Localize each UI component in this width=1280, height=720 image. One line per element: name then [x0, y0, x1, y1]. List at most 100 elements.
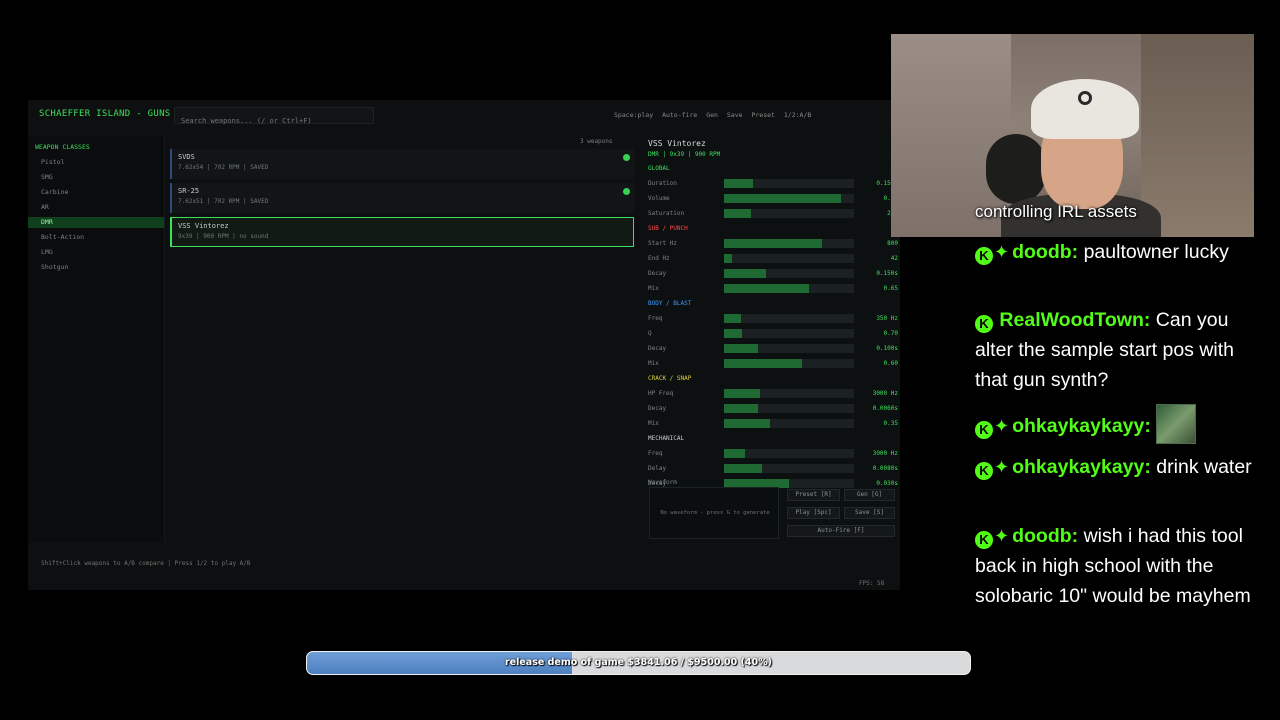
param-slider[interactable]: [724, 314, 854, 323]
weapon-class-sidebar: WEAPON CLASSES Pistol SMG Carbine AR DMR…: [28, 136, 165, 542]
waveform-label: Waveform: [648, 479, 677, 486]
param-row: Mix 0.60: [648, 358, 898, 369]
search-input[interactable]: [175, 114, 371, 128]
hint-preset: Preset: [751, 111, 775, 119]
param-slider[interactable]: [724, 419, 854, 428]
chat-username: doodb: [1012, 241, 1072, 263]
param-slider[interactable]: [724, 449, 854, 458]
param-row: Start Hz 800: [648, 238, 898, 249]
param-value: 0.60: [883, 360, 898, 367]
sidebar-item-dmr[interactable]: DMR: [28, 217, 164, 228]
param-slider-fill: [724, 404, 758, 413]
chat-username: ohkaykaykayy: [1012, 415, 1145, 437]
section-title: BODY / BLAST: [648, 300, 692, 307]
emote-icon: [1156, 404, 1197, 444]
autofire-button[interactable]: Auto-Fire [F]: [787, 525, 895, 537]
weapon-name: SR-25: [178, 187, 200, 195]
param-value: 42: [890, 255, 898, 262]
param-slider[interactable]: [724, 329, 854, 338]
weapon-count: 3 weapons: [580, 138, 613, 145]
param-slider-fill: [724, 254, 732, 263]
gen-button[interactable]: Gen [G]: [844, 489, 895, 501]
param-label: Decay: [648, 405, 667, 412]
param-slider-fill: [724, 359, 802, 368]
search-box[interactable]: [174, 107, 374, 128]
hint-autofire: Auto-fire: [662, 111, 698, 119]
sidebar-item-carbine[interactable]: Carbine: [28, 187, 164, 198]
param-label: Q: [648, 330, 652, 337]
sidebar-item-label: Carbine: [41, 188, 69, 196]
weapon-item-vss-vintorez[interactable]: VSS Vintorez 9x39 | 900 RPM | no sound: [170, 217, 634, 247]
hint-gen: Gen: [706, 111, 718, 119]
selected-weapon-name: VSS Vintorez: [648, 139, 706, 148]
param-slider[interactable]: [724, 209, 854, 218]
weapon-meta: 7.62x54 | 702 RPM | SAVED: [178, 164, 269, 171]
webcam-overlay: controlling IRL assets: [891, 34, 1254, 237]
sidebar-item-smg[interactable]: SMG: [28, 172, 164, 183]
weapon-meta: 7.62x51 | 702 RPM | SAVED: [178, 198, 269, 205]
hint-save: Save: [726, 111, 743, 119]
section-title: CRACK / SNAP: [648, 375, 692, 382]
param-slider[interactable]: [724, 404, 854, 413]
param-row: Mix 0.65: [648, 283, 898, 294]
param-label: Mix: [648, 420, 659, 427]
param-slider-fill: [724, 194, 841, 203]
save-button[interactable]: Save [S]: [844, 507, 895, 519]
param-value: 3000 Hz: [872, 450, 898, 457]
game-window: SCHAEFFER ISLAND - GUNS Space:play Auto-…: [28, 100, 900, 590]
param-value: 350 Hz: [876, 315, 898, 322]
waveform-display: No waveform - press G to generate: [649, 487, 779, 539]
chat-message: K ✦ doodb: wish i had this tool back in hi…: [975, 521, 1265, 611]
keyboard-hints: Space:play Auto-fire Gen Save Preset 1/2…: [614, 111, 816, 119]
weapon-item-svds[interactable]: SVDS 7.62x54 | 702 RPM | SAVED: [170, 149, 634, 179]
param-slider-fill: [724, 344, 758, 353]
param-slider[interactable]: [724, 284, 854, 293]
param-value: 0.0080s: [872, 465, 898, 472]
sidebar-title: WEAPON CLASSES: [35, 143, 90, 151]
param-slider-fill: [724, 239, 822, 248]
kick-badge-icon: K: [975, 462, 993, 480]
fps-counter: FPS: 58: [859, 580, 885, 587]
cam-shelf: [1141, 34, 1254, 237]
chat-text: paultowner lucky: [1083, 241, 1229, 263]
preset-button[interactable]: Preset [R]: [787, 489, 840, 501]
sidebar-item-lmg[interactable]: LMG: [28, 247, 164, 258]
cam-caption: controlling IRL assets: [975, 202, 1137, 221]
weapon-item-sr-25[interactable]: SR-25 7.62x51 | 702 RPM | SAVED: [170, 183, 634, 213]
param-label: Saturation: [648, 210, 685, 217]
param-slider[interactable]: [724, 239, 854, 248]
param-value: 0.030s: [876, 480, 898, 487]
param-label: Mix: [648, 285, 659, 292]
sidebar-item-label: DMR: [41, 218, 53, 226]
param-row: Freq 3000 Hz: [648, 448, 898, 459]
param-slider[interactable]: [724, 179, 854, 188]
param-slider[interactable]: [724, 359, 854, 368]
param-slider[interactable]: [724, 269, 854, 278]
param-row: Duration 0.150s: [648, 178, 898, 189]
param-value: 0.70: [883, 330, 898, 337]
saved-indicator-icon: [623, 154, 630, 161]
sidebar-item-shotgun[interactable]: Shotgun: [28, 262, 164, 273]
param-slider[interactable]: [724, 344, 854, 353]
waveform-empty-text: No waveform - press G to generate: [660, 510, 770, 516]
title-bar: SCHAEFFER ISLAND - GUNS Space:play Auto-…: [28, 100, 900, 130]
param-label: Mix: [648, 360, 659, 367]
sidebar-item-label: SMG: [41, 173, 53, 181]
sidebar-item-ar[interactable]: AR: [28, 202, 164, 213]
param-row: HP Freq 3000 Hz: [648, 388, 898, 399]
param-slider[interactable]: [724, 389, 854, 398]
weapon-name: VSS Vintorez: [178, 222, 229, 230]
kick-badge-icon: K: [975, 247, 993, 265]
sidebar-item-pistol[interactable]: Pistol: [28, 157, 164, 168]
param-slider-fill: [724, 464, 762, 473]
param-row: Q 0.70: [648, 328, 898, 339]
param-slider[interactable]: [724, 254, 854, 263]
chat-message: K RealWoodTown: Can you alter the sample…: [975, 309, 1235, 391]
param-row: Decay 0.100s: [648, 343, 898, 354]
sidebar-item-bolt-action[interactable]: Bolt-Action: [28, 232, 164, 243]
param-label: End Hz: [648, 255, 670, 262]
headphones-icon: [986, 134, 1046, 204]
param-slider[interactable]: [724, 464, 854, 473]
play-button[interactable]: Play [Spc]: [787, 507, 840, 519]
param-slider[interactable]: [724, 194, 854, 203]
